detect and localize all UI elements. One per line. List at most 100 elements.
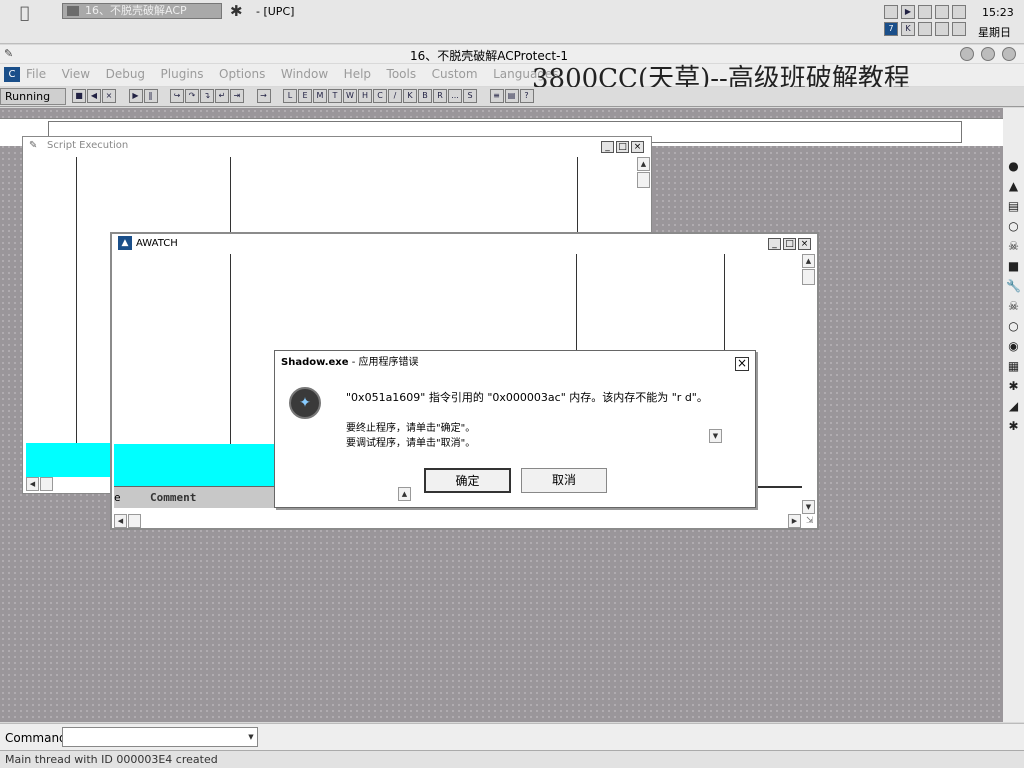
tray-globe-icon[interactable] — [918, 5, 932, 19]
awatch-resize-grip[interactable]: ⇲ — [806, 516, 814, 526]
menu-window[interactable]: Window — [281, 67, 328, 81]
tray-seven-icon[interactable]: 7 — [884, 22, 898, 36]
script-scroll-up-button[interactable]: ▲ — [637, 157, 650, 171]
script-hscroll-thumb[interactable] — [40, 477, 53, 491]
star-icon[interactable]: ✱ — [1006, 378, 1022, 394]
toolbar-c-button[interactable]: C — [373, 89, 387, 103]
goto-icon[interactable]: → — [256, 89, 271, 103]
awatch-maximize-button[interactable]: □ — [783, 238, 796, 250]
awatch-title: AWATCH — [136, 238, 178, 249]
command-input[interactable] — [62, 727, 258, 747]
tray-gear-icon[interactable] — [952, 22, 966, 36]
tray-flag-icon[interactable] — [935, 22, 949, 36]
awatch-hscroll-thumb[interactable] — [128, 514, 141, 528]
tray-network-icon[interactable] — [884, 5, 898, 19]
toolbar-s-button[interactable]: S — [463, 89, 477, 103]
open-icon[interactable]: ■ — [72, 89, 86, 103]
help-icon[interactable]: ? — [519, 89, 534, 103]
step-into-icon[interactable]: ↪ — [170, 89, 184, 103]
tray-play-icon[interactable]: ▶ — [901, 5, 915, 19]
grid-icon[interactable]: ▦ — [1006, 358, 1022, 374]
tray-chat-icon[interactable] — [918, 22, 932, 36]
ollydbg-icon[interactable]: C — [4, 67, 20, 82]
close-file-icon[interactable]: × — [102, 89, 116, 103]
toolbar-t-button[interactable]: T — [328, 89, 342, 103]
pause-icon[interactable]: ‖ — [143, 89, 158, 103]
script-column-divider — [76, 157, 77, 443]
toolbar-slash-button[interactable]: / — [388, 89, 402, 103]
gnome-icon[interactable]: ▲ — [1006, 178, 1022, 194]
run-icon[interactable]: ▶ — [128, 89, 143, 103]
cancel-button[interactable]: 取消 — [521, 468, 607, 493]
toolbar-dots-button[interactable]: ... — [448, 89, 462, 103]
app-system-icon[interactable]: ✎ — [4, 47, 13, 60]
taskbar-item-acp[interactable]: 16、不脱壳破解ACP — [62, 3, 222, 19]
awatch-scroll-down-button[interactable]: ▼ — [802, 500, 815, 514]
dialog-close-button[interactable]: × — [735, 357, 749, 371]
script-minimize-button[interactable]: _ — [601, 141, 614, 153]
script-scroll-thumb[interactable] — [637, 172, 650, 188]
monster-icon[interactable]: ◉ — [1006, 338, 1022, 354]
awatch-scroll-up-button[interactable]: ▲ — [802, 254, 815, 268]
options-icon[interactable]: ▤ — [504, 89, 519, 103]
menu-custom[interactable]: Custom — [432, 67, 478, 81]
app-minimize-button[interactable] — [960, 47, 974, 61]
apple-menu-icon[interactable]:  — [20, 3, 30, 22]
list-icon[interactable]: ≡ — [489, 89, 504, 103]
upc-icon[interactable]: ✱ — [230, 2, 243, 20]
ruler-icon[interactable]: ◢ — [1006, 398, 1022, 414]
toolbar-e-button[interactable]: E — [298, 89, 312, 103]
hand-icon-2[interactable]: ○ — [1006, 318, 1022, 334]
command-dropdown-button[interactable]: ▼ — [245, 728, 257, 746]
ok-button[interactable]: 确定 — [424, 468, 511, 493]
bag-icon[interactable]: ■ — [1006, 258, 1022, 274]
script-maximize-button[interactable]: □ — [616, 141, 629, 153]
script-close-button[interactable]: × — [631, 141, 644, 153]
system-top-bar:  16、不脱壳破解ACP ✱ - [UPC] ▶ 7 K 15:23 星期日 — [0, 0, 1024, 44]
toolbar-l-button[interactable]: L — [283, 89, 297, 103]
awatch-minimize-button[interactable]: _ — [768, 238, 781, 250]
execute-till-return-icon[interactable]: ⇥ — [230, 89, 244, 103]
toolbar-b-button[interactable]: B — [418, 89, 432, 103]
toolbar-k-button[interactable]: K — [403, 89, 417, 103]
awatch-scroll-thumb[interactable] — [802, 269, 815, 285]
toolbar-m-button[interactable]: M — [313, 89, 327, 103]
awatch-close-button[interactable]: × — [798, 238, 811, 250]
skull-icon[interactable]: ☠ — [1006, 238, 1022, 254]
trace-over-icon[interactable]: ↵ — [215, 89, 229, 103]
awatch-hscroll-right-button[interactable]: ▶ — [788, 514, 801, 528]
dialog-mini-scroll-up-button[interactable]: ▲ — [398, 487, 411, 501]
awatch-col-left-header: e — [114, 491, 121, 504]
menu-file[interactable]: File — [26, 67, 46, 81]
menu-help[interactable]: Help — [344, 67, 371, 81]
awatch-hscroll-left-button[interactable]: ◀ — [114, 514, 127, 528]
menu-plugins[interactable]: Plugins — [161, 67, 204, 81]
app-close-button[interactable] — [1002, 47, 1016, 61]
wrench-icon[interactable]: 🔧 — [1006, 278, 1022, 294]
dialog-title-text: - 应用程序错误 — [348, 357, 419, 368]
terminal-icon[interactable]: ▤ — [1006, 198, 1022, 214]
script-hscroll-left-button[interactable]: ◀ — [26, 477, 39, 491]
toolbar-w-button[interactable]: W — [343, 89, 357, 103]
menu-view[interactable]: View — [62, 67, 90, 81]
rewind-icon[interactable]: ◀ — [87, 89, 101, 103]
hand-icon[interactable]: ○ — [1006, 218, 1022, 234]
trace-into-icon[interactable]: ↴ — [200, 89, 214, 103]
crossbones-icon[interactable]: ☠ — [1006, 298, 1022, 314]
toolbar-r-button[interactable]: R — [433, 89, 447, 103]
tray-k-icon[interactable]: K — [901, 22, 915, 36]
burst-icon[interactable]: ✱ — [1006, 418, 1022, 434]
tray-monitor-icon[interactable] — [952, 5, 966, 19]
globe-icon[interactable]: ● — [1006, 158, 1022, 174]
toolbar-h-button[interactable]: H — [358, 89, 372, 103]
app-maximize-button[interactable] — [981, 47, 995, 61]
dialog-line-debug: 要调试程序，请单击"取消"。 — [346, 438, 476, 449]
tray-volume-icon[interactable] — [935, 5, 949, 19]
dialog-expand-button[interactable]: ▼ — [709, 429, 722, 443]
menu-debug[interactable]: Debug — [106, 67, 145, 81]
step-over-icon[interactable]: ↷ — [185, 89, 199, 103]
menu-tools[interactable]: Tools — [387, 67, 417, 81]
clock: 15:23 — [982, 6, 1014, 19]
error-dialog: Shadow.exe - 应用程序错误 × ✦ "0x051a1609" 指令引… — [274, 350, 756, 508]
menu-options[interactable]: Options — [219, 67, 265, 81]
